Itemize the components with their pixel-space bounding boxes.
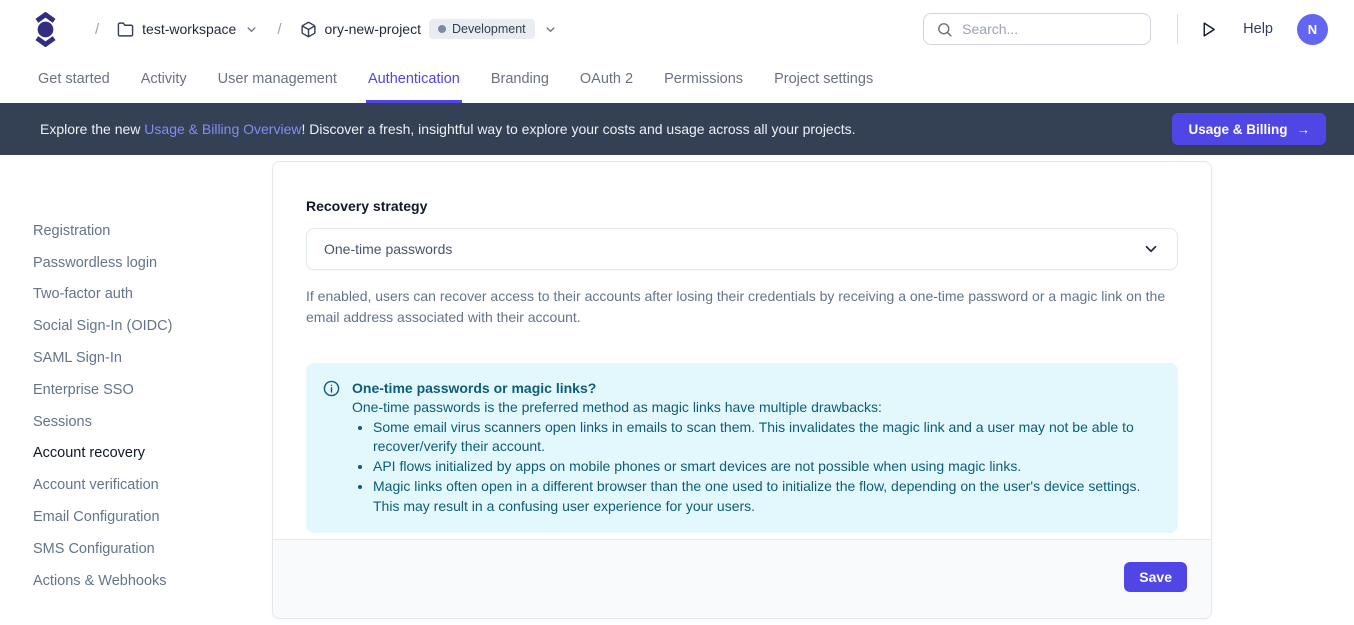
recovery-strategy-value: One-time passwords — [324, 241, 452, 257]
workspace-breadcrumb[interactable]: test-workspace — [117, 21, 259, 38]
chevron-down-icon — [1142, 240, 1160, 258]
callout-intro: One-time passwords is the preferred meth… — [352, 398, 1158, 418]
ory-logo-icon[interactable] — [34, 12, 57, 47]
sidebar-item-passwordless-login[interactable]: Passwordless login — [33, 247, 272, 279]
card-footer: Save — [273, 539, 1211, 618]
banner-text: Explore the new Usage & Billing Overview… — [40, 121, 856, 137]
tab-activity[interactable]: Activity — [139, 58, 189, 103]
sidebar-item-actions-webhooks[interactable]: Actions & Webhooks — [33, 565, 272, 597]
recovery-description: If enabled, users can recover access to … — [306, 286, 1178, 327]
sidebar-item-sessions[interactable]: Sessions — [33, 406, 272, 438]
tab-authentication[interactable]: Authentication — [366, 58, 462, 103]
workspace-name: test-workspace — [142, 21, 236, 37]
callout-bullet: API flows initialized by apps on mobile … — [373, 457, 1158, 477]
breadcrumb-separator: / — [277, 21, 281, 38]
tab-get-started[interactable]: Get started — [36, 58, 112, 103]
sidebar-item-social-sign-in[interactable]: Social Sign-In (OIDC) — [33, 310, 272, 342]
avatar[interactable]: N — [1297, 14, 1328, 45]
account-recovery-card: Recovery strategy One-time passwords If … — [272, 161, 1212, 619]
environment-label: Development — [452, 22, 526, 36]
sidebar-item-account-verification[interactable]: Account verification — [33, 469, 272, 501]
otp-magic-links-callout: One-time passwords or magic links? One-t… — [306, 363, 1178, 533]
package-icon — [300, 21, 317, 38]
tab-oauth2[interactable]: OAuth 2 — [578, 58, 635, 103]
arrow-right-icon: → — [1297, 122, 1311, 137]
usage-billing-banner: Explore the new Usage & Billing Overview… — [0, 103, 1354, 155]
project-name: ory-new-project — [325, 21, 421, 37]
usage-billing-overview-link[interactable]: Usage & Billing Overview — [144, 121, 301, 137]
recovery-strategy-label: Recovery strategy — [306, 198, 1178, 214]
sidebar-item-sms-configuration[interactable]: SMS Configuration — [33, 533, 272, 565]
play-icon[interactable] — [1200, 21, 1217, 38]
chevron-down-icon — [244, 22, 259, 37]
environment-badge: Development — [429, 19, 535, 39]
search-input[interactable] — [962, 21, 1138, 37]
project-breadcrumb[interactable]: ory-new-project Development — [300, 19, 558, 39]
header-divider — [1177, 14, 1178, 44]
authentication-sidebar: Registration Passwordless login Two-fact… — [0, 155, 272, 625]
search-box[interactable] — [923, 13, 1151, 45]
sidebar-item-account-recovery[interactable]: Account recovery — [33, 438, 272, 470]
sidebar-item-saml-sign-in[interactable]: SAML Sign-In — [33, 342, 272, 374]
help-link[interactable]: Help — [1243, 21, 1273, 37]
info-icon — [323, 380, 340, 516]
sidebar-item-enterprise-sso[interactable]: Enterprise SSO — [33, 374, 272, 406]
sidebar-item-email-configuration[interactable]: Email Configuration — [33, 501, 272, 533]
folder-icon — [117, 21, 134, 38]
tab-branding[interactable]: Branding — [489, 58, 551, 103]
callout-bullet: Some email virus scanners open links in … — [373, 418, 1158, 457]
project-nav-tabs: Get started Activity User management Aut… — [0, 58, 1354, 103]
recovery-strategy-select[interactable]: One-time passwords — [306, 228, 1178, 270]
top-header: / test-workspace / ory-new-project Devel… — [0, 0, 1354, 58]
save-button[interactable]: Save — [1124, 562, 1187, 592]
usage-billing-button[interactable]: Usage & Billing → — [1172, 113, 1326, 145]
callout-bullet: Magic links often open in a different br… — [373, 477, 1158, 516]
tab-permissions[interactable]: Permissions — [662, 58, 745, 103]
callout-title: One-time passwords or magic links? — [352, 378, 1158, 398]
sidebar-item-registration[interactable]: Registration — [33, 215, 272, 247]
sidebar-item-two-factor-auth[interactable]: Two-factor auth — [33, 279, 272, 311]
tab-user-management[interactable]: User management — [216, 58, 339, 103]
search-icon — [936, 21, 953, 38]
chevron-down-icon — [543, 22, 558, 37]
environment-dot-icon — [438, 25, 446, 33]
tab-project-settings[interactable]: Project settings — [772, 58, 875, 103]
breadcrumb-separator: / — [95, 21, 99, 38]
callout-bullet-list: Some email virus scanners open links in … — [373, 418, 1158, 517]
